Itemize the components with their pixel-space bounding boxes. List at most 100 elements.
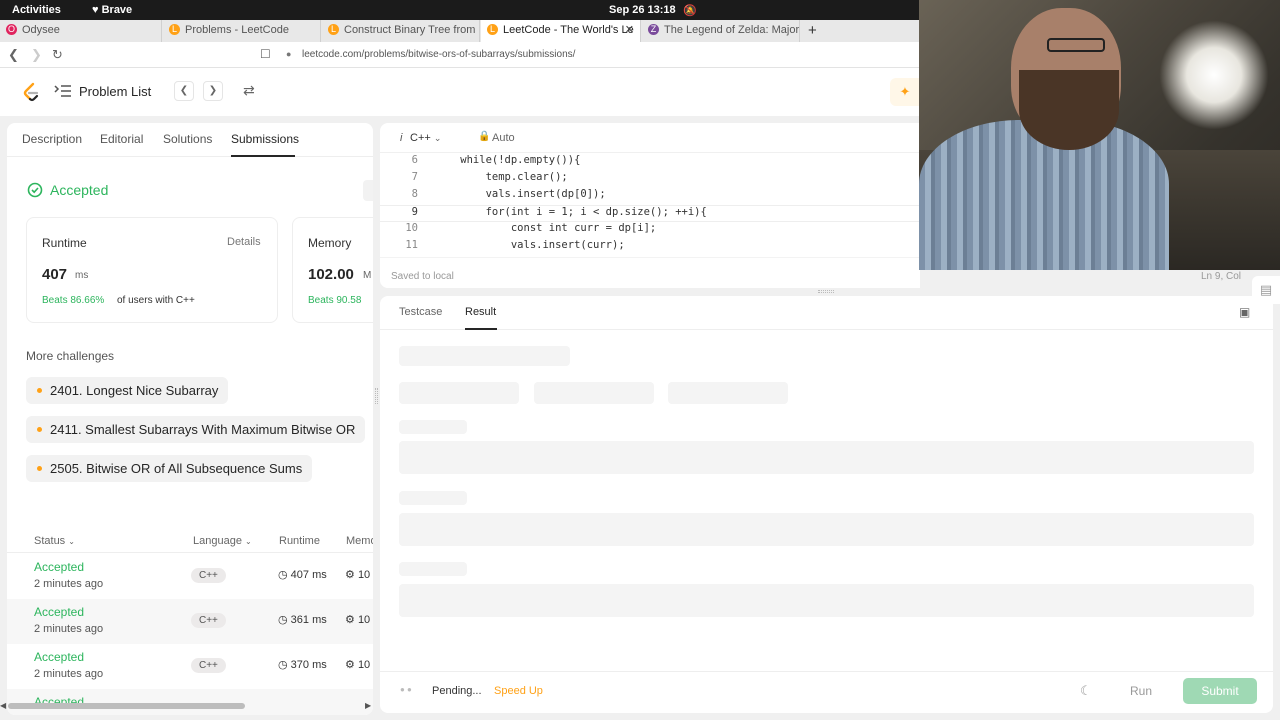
zelda-favicon-icon: Z: [648, 24, 659, 35]
runtime-beats: Beats 86.66%: [42, 295, 105, 306]
result-tabs: Testcase Result ▣: [380, 296, 1273, 330]
tab-label: Problems - LeetCode: [185, 24, 289, 36]
row-status[interactable]: Accepted: [34, 650, 84, 664]
tab-problems[interactable]: L Problems - LeetCode: [163, 20, 321, 42]
tab-construct-binary-tree[interactable]: L Construct Binary Tree from Pr: [322, 20, 480, 42]
odysee-favicon-icon: O: [6, 24, 17, 35]
browser-tabstrip: O Odysee L Problems - LeetCode L Constru…: [0, 20, 920, 42]
tab-zelda[interactable]: Z The Legend of Zelda: Majora's: [642, 20, 800, 42]
new-tab-icon[interactable]: +: [808, 22, 817, 39]
code-line[interactable]: 11 vals.insert(curr);: [380, 239, 920, 256]
table-row[interactable]: Accepted 2 minutes ago C++ ◷ 407 ms ⚙ 10: [7, 554, 373, 599]
notification-muted-icon[interactable]: 🔕: [683, 4, 697, 17]
row-status[interactable]: Accepted: [34, 605, 84, 619]
site-info-icon[interactable]: ●: [286, 49, 291, 59]
premium-spark-icon[interactable]: ✦: [890, 78, 920, 106]
row-memory-value: 10: [357, 659, 371, 671]
row-status[interactable]: Accepted: [34, 560, 84, 574]
tab-label: LeetCode - The World's Le: [503, 24, 634, 36]
prev-problem-button[interactable]: ❮: [174, 81, 194, 101]
loading-skeleton: [399, 513, 1254, 546]
memory-value: 102.00: [308, 266, 354, 283]
line-code: for(int i = 1; i < dp.size(); ++i){: [435, 206, 707, 218]
problem-list-link[interactable]: Problem List: [79, 84, 151, 99]
share-button-edge[interactable]: [363, 180, 373, 201]
loading-skeleton: [399, 420, 467, 434]
memory-card: Memory 102.00 M Beats 90.58: [292, 217, 373, 323]
line-code: const int curr = dp[i];: [435, 222, 657, 234]
accepted-check-icon: [27, 182, 43, 198]
tab-result[interactable]: Result: [465, 306, 496, 318]
back-icon[interactable]: ❮: [8, 47, 19, 63]
memory-beats: Beats 90.58: [308, 295, 362, 306]
panel-resize-handle[interactable]: [375, 388, 378, 404]
run-button[interactable]: Run: [1120, 678, 1162, 704]
tab-description[interactable]: Description: [22, 132, 82, 146]
url-field[interactable]: leetcode.com/problems/bitwise-ors-of-sub…: [302, 49, 575, 60]
row-memory-value: 10: [357, 614, 371, 626]
row-time: 2 minutes ago: [34, 623, 104, 635]
next-problem-button[interactable]: ❯: [203, 81, 223, 101]
auto-mode[interactable]: Auto: [492, 132, 515, 144]
close-tab-icon[interactable]: ✕: [625, 23, 634, 36]
browser-menu[interactable]: ♥ Brave: [92, 4, 132, 16]
clock[interactable]: Sep 26 13:18: [609, 4, 676, 16]
language-column-header[interactable]: Language ⌄: [193, 535, 252, 547]
bookmark-icon[interactable]: ☐: [260, 47, 271, 61]
code-line-current[interactable]: 9 for(int i = 1; i < dp.size(); ++i){: [380, 205, 920, 222]
status-column-header[interactable]: Status ⌄: [34, 535, 75, 547]
challenge-2411[interactable]: 2411. Smallest Subarrays With Maximum Bi…: [26, 416, 366, 443]
shuffle-icon[interactable]: ⇄: [243, 82, 255, 99]
line-code: while(!dp.empty()){: [435, 154, 581, 166]
challenge-2505[interactable]: 2505. Bitwise OR of All Subsequence Sums: [26, 455, 313, 482]
table-row[interactable]: Accepted 2 minutes ago C++ ◷ 370 ms ⚙ 10: [7, 644, 373, 689]
table-row[interactable]: Accepted 2 minutes ago C++ ◷ 361 ms ⚙ 10: [7, 599, 373, 644]
challenge-2401[interactable]: 2401. Longest Nice Subarray: [26, 377, 229, 404]
details-link[interactable]: Details: [227, 236, 261, 248]
line-code: vals.insert(dp[0]);: [435, 188, 606, 200]
tab-submissions[interactable]: Submissions: [231, 132, 299, 146]
submissions-table-header: Status ⌄ Language ⌄ Runtime Memo: [7, 529, 373, 553]
loading-skeleton: [399, 441, 1254, 474]
leetcode-logo-icon[interactable]: [22, 82, 40, 102]
runtime-value: 407: [42, 266, 68, 283]
loading-dots-icon: ● ●: [400, 685, 412, 694]
speed-up-link[interactable]: Speed Up: [494, 685, 543, 697]
line-code: vals.insert(curr);: [435, 239, 625, 251]
tab-editorial[interactable]: Editorial: [100, 132, 143, 146]
chevron-down-icon: ⌄: [245, 537, 252, 546]
code-line[interactable]: 7 temp.clear();: [380, 171, 920, 188]
table-row[interactable]: Accepted: [7, 689, 373, 715]
submit-button[interactable]: Submit: [1183, 678, 1257, 704]
scroll-left-icon[interactable]: ◀: [0, 701, 6, 710]
active-tab-underline: [465, 328, 497, 330]
loading-skeleton: [399, 346, 570, 366]
tab-label: Construct Binary Tree from Pr: [344, 24, 480, 36]
debug-icon[interactable]: ☾: [1080, 683, 1092, 699]
horizontal-scrollbar[interactable]: [8, 703, 245, 709]
vertical-resize-handle[interactable]: [818, 290, 834, 293]
tab-odysee[interactable]: O Odysee: [0, 20, 162, 42]
tab-leetcode-active[interactable]: L LeetCode - The World's Le ✕: [481, 20, 641, 42]
tab-testcase[interactable]: Testcase: [399, 306, 442, 318]
runtime-column-header: Runtime: [279, 535, 320, 547]
runtime-label: Runtime: [42, 236, 87, 250]
accepted-status: Accepted: [50, 182, 109, 198]
code-line[interactable]: 10 const int curr = dp[i];: [380, 222, 920, 239]
forward-icon[interactable]: ❯: [31, 47, 42, 63]
language-select[interactable]: C++ ⌄: [410, 132, 441, 144]
loading-skeleton: [399, 562, 467, 576]
cursor-position: Ln 9, Col: [1201, 271, 1242, 282]
problem-list-icon[interactable]: [54, 84, 72, 98]
code-line[interactable]: 6 while(!dp.empty()){: [380, 154, 920, 171]
layout-toggle-icon[interactable]: ▣: [1239, 305, 1250, 319]
tab-solutions[interactable]: Solutions: [163, 132, 212, 146]
clock-icon: ◷: [278, 569, 288, 581]
code-line[interactable]: 8 vals.insert(dp[0]);: [380, 188, 920, 205]
activities-button[interactable]: Activities: [12, 4, 61, 16]
row-language: C++: [191, 658, 226, 673]
scroll-right-icon[interactable]: ▶: [365, 701, 371, 710]
loading-skeleton: [668, 382, 788, 404]
loading-skeleton: [399, 584, 1254, 617]
reload-icon[interactable]: ↻: [52, 47, 63, 63]
